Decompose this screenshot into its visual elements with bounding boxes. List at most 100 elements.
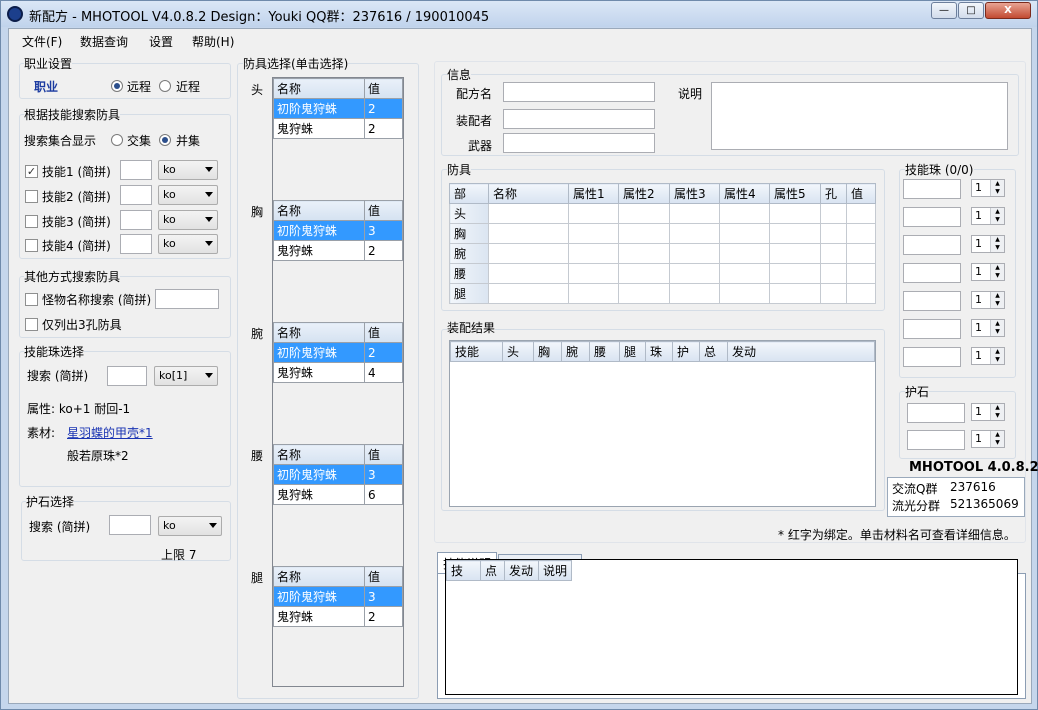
skill4-combo[interactable]: ko (158, 234, 218, 254)
three-slot-checkbox[interactable] (25, 318, 38, 331)
jewel-count-7[interactable]: 1 ▲ ▼ (971, 347, 1005, 365)
skill1-combo[interactable]: ko (158, 160, 218, 180)
skill3-input[interactable] (120, 210, 152, 230)
row-arm: 腕 (449, 243, 489, 264)
spin-up-icon[interactable]: ▲ (990, 292, 1004, 300)
ranged-radio[interactable] (111, 80, 123, 92)
spin-down-icon[interactable]: ▼ (990, 439, 1004, 447)
description-textarea[interactable] (711, 82, 1008, 150)
menu-settings[interactable]: 设置 (149, 33, 173, 50)
charm-slot-2[interactable] (907, 430, 965, 450)
spin-down-icon[interactable]: ▼ (990, 216, 1004, 224)
jewel-count-2[interactable]: 1 ▲ ▼ (971, 207, 1005, 225)
skill3-checkbox[interactable] (25, 215, 38, 228)
jewel-slot-3[interactable] (903, 235, 961, 255)
weapon-input[interactable] (503, 133, 655, 153)
table-row[interactable]: 腰 (449, 263, 876, 284)
jewel-slot-4[interactable] (903, 263, 961, 283)
skill3-combo[interactable]: ko (158, 210, 218, 230)
union-radio[interactable] (159, 134, 171, 146)
maximize-button[interactable]: □ (958, 2, 984, 19)
spin-down-icon[interactable]: ▼ (990, 300, 1004, 308)
menu-file[interactable]: 文件(F) (22, 33, 62, 50)
jewel-count-1[interactable]: 1 ▲ ▼ (971, 179, 1005, 197)
spin-up-icon[interactable]: ▲ (990, 264, 1004, 272)
jewel-attr: 属性: ko+1 耐回-1 (27, 402, 131, 416)
monster-search-checkbox[interactable] (25, 293, 38, 306)
spin-up-icon[interactable]: ▲ (990, 348, 1004, 356)
profession-legend: 职业设置 (24, 55, 73, 72)
spin-down-icon[interactable]: ▼ (990, 412, 1004, 420)
table-row[interactable]: 初阶鬼狩蛛 2 (273, 342, 403, 363)
row-head: 头 (449, 203, 489, 224)
spin-down-icon[interactable]: ▼ (990, 244, 1004, 252)
spin-up-icon[interactable]: ▲ (990, 431, 1004, 439)
jewel-search-input[interactable] (107, 366, 147, 386)
spin-up-icon[interactable]: ▲ (990, 404, 1004, 412)
spin-down-icon[interactable]: ▼ (990, 356, 1004, 364)
table-row[interactable]: 腕 (449, 243, 876, 264)
skill4-input[interactable] (120, 234, 152, 254)
table-row[interactable]: 鬼狩蛛 2 (273, 118, 403, 139)
result-list[interactable] (449, 340, 876, 507)
melee-radio[interactable] (159, 80, 171, 92)
three-slot-label: 仅列出3孔防具 (42, 318, 122, 332)
intersect-radio[interactable] (111, 134, 123, 146)
table-row[interactable]: 鬼狩蛛 6 (273, 484, 403, 505)
jewel-combo[interactable]: ko[1] (154, 366, 218, 386)
chevron-down-icon (205, 217, 213, 222)
jewel-count-5[interactable]: 1 ▲ ▼ (971, 291, 1005, 309)
skill2-checkbox[interactable] (25, 190, 38, 203)
charm-count-2[interactable]: 1 ▲ ▼ (971, 430, 1005, 448)
charm-combo[interactable]: ko (158, 516, 222, 536)
spin-up-icon[interactable]: ▲ (990, 208, 1004, 216)
skill1-checkbox[interactable]: ✓ (25, 165, 38, 178)
part-head-label: 头 (251, 83, 264, 97)
table-row[interactable]: 鬼狩蛛 4 (273, 362, 403, 383)
close-button[interactable]: X (985, 2, 1031, 19)
charm-count-value: 1 (975, 432, 982, 445)
jewel-count-6[interactable]: 1 ▲ ▼ (971, 319, 1005, 337)
client-area: 文件(F) 数据查询 设置 帮助(H) 职业设置 职业 远程 近程 根据技能搜索… (8, 28, 1038, 704)
jewel-slot-7[interactable] (903, 347, 961, 367)
skill2-combo[interactable]: ko (158, 185, 218, 205)
recipe-name-input[interactable] (503, 82, 655, 102)
spin-down-icon[interactable]: ▼ (990, 272, 1004, 280)
author-label: 装配者 (456, 114, 493, 128)
table-row[interactable]: 初阶鬼狩蛛 3 (273, 220, 403, 241)
menu-help[interactable]: 帮助(H) (192, 33, 234, 50)
charm-count-1[interactable]: 1 ▲ ▼ (971, 403, 1005, 421)
row-leg: 腿 (449, 283, 489, 304)
table-row[interactable]: 胸 (449, 223, 876, 244)
charm-search-input[interactable] (109, 515, 151, 535)
jewel-slot-1[interactable] (903, 179, 961, 199)
table-row[interactable]: 头 (449, 203, 876, 224)
spin-up-icon[interactable]: ▲ (990, 180, 1004, 188)
jewel-material-link[interactable]: 星羽蝶的甲壳*1 (67, 424, 153, 441)
skill-search-legend: 根据技能搜索防具 (24, 106, 121, 123)
skill2-input[interactable] (120, 185, 152, 205)
menu-data-query[interactable]: 数据查询 (80, 33, 128, 50)
jewel-count-3[interactable]: 1 ▲ ▼ (971, 235, 1005, 253)
table-row[interactable]: 鬼狩蛛 2 (273, 606, 403, 627)
skill1-input[interactable] (120, 160, 152, 180)
jewel-slot-2[interactable] (903, 207, 961, 227)
col-charm: 护 (672, 341, 700, 362)
table-row[interactable]: 鬼狩蛛 2 (273, 240, 403, 261)
monster-search-input[interactable] (155, 289, 219, 309)
spin-up-icon[interactable]: ▲ (990, 320, 1004, 328)
minimize-button[interactable]: — (931, 2, 957, 19)
jewel-slot-6[interactable] (903, 319, 961, 339)
jewel-slot-5[interactable] (903, 291, 961, 311)
table-row[interactable]: 初阶鬼狩蛛 3 (273, 586, 403, 607)
author-input[interactable] (503, 109, 655, 129)
skill4-checkbox[interactable] (25, 239, 38, 252)
table-row[interactable]: 初阶鬼狩蛛 3 (273, 464, 403, 485)
charm-slot-1[interactable] (907, 403, 965, 423)
table-row[interactable]: 腿 (449, 283, 876, 304)
spin-down-icon[interactable]: ▼ (990, 328, 1004, 336)
table-row[interactable]: 初阶鬼狩蛛 2 (273, 98, 403, 119)
jewel-count-4[interactable]: 1 ▲ ▼ (971, 263, 1005, 281)
spin-down-icon[interactable]: ▼ (990, 188, 1004, 196)
spin-up-icon[interactable]: ▲ (990, 236, 1004, 244)
